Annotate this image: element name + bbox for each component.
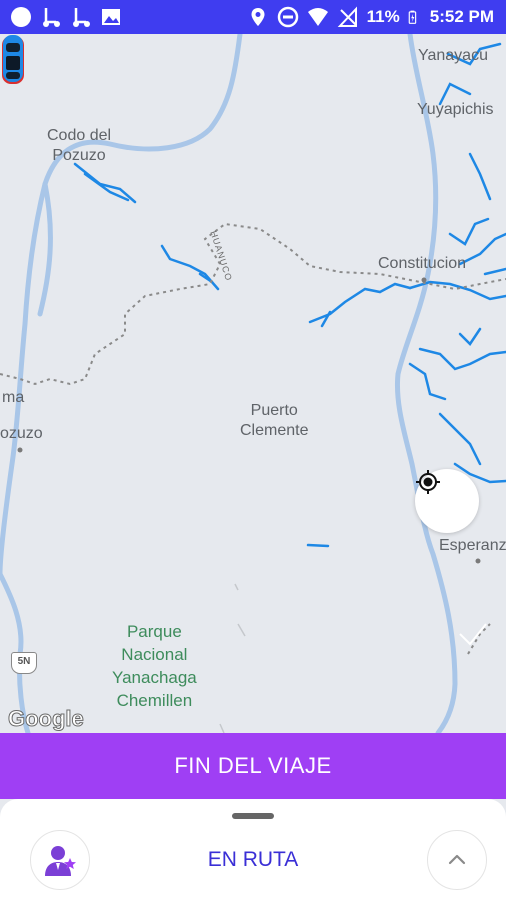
place-label: ozuzo <box>0 425 43 442</box>
status-bar: 11% 5:52 PM <box>0 0 506 34</box>
sheet-drag-handle[interactable] <box>232 813 274 819</box>
map-view[interactable]: Yanayacu Yuyapichis Codo del Pozuzo Cons… <box>0 34 506 733</box>
status-bar-right-icons: 11% 5:52 PM <box>247 5 494 29</box>
my-location-icon <box>416 470 440 494</box>
location-pin-icon <box>251 8 265 26</box>
scooter-icon <box>73 8 90 27</box>
battery-charging-icon <box>408 10 416 24</box>
place-label: Esperanz <box>439 537 506 554</box>
route-shield: 5N <box>11 652 37 674</box>
end-trip-button[interactable]: FIN DEL VIAJE <box>0 733 506 799</box>
scooter-icon <box>43 8 60 27</box>
circle-icon <box>11 7 31 27</box>
place-label: ma <box>2 389 25 406</box>
battery-percent: 11% <box>366 7 400 26</box>
place-label: Constitucion <box>378 255 467 272</box>
status-bar-left-icons <box>10 5 122 29</box>
do-not-disturb-icon <box>277 6 298 28</box>
bottom-sheet[interactable]: EN RUTA <box>0 799 506 900</box>
park-label: Parque Nacional Yanachaga Chemillen <box>112 622 197 710</box>
place-label: Yanayacu <box>418 47 488 64</box>
wifi-icon <box>307 8 328 26</box>
clock: 5:52 PM <box>429 7 494 26</box>
place-label: Codo del Pozuzo <box>47 127 112 164</box>
place-label: Puerto Clemente <box>240 402 309 439</box>
no-signal-icon <box>337 6 357 27</box>
place-label: Yuyapichis <box>417 101 494 118</box>
image-icon <box>102 9 120 25</box>
expand-sheet-button[interactable] <box>427 830 487 890</box>
google-attribution: Google <box>8 706 85 732</box>
my-location-button[interactable] <box>415 469 479 533</box>
chevron-up-icon <box>448 854 466 865</box>
car-icon <box>2 35 24 84</box>
